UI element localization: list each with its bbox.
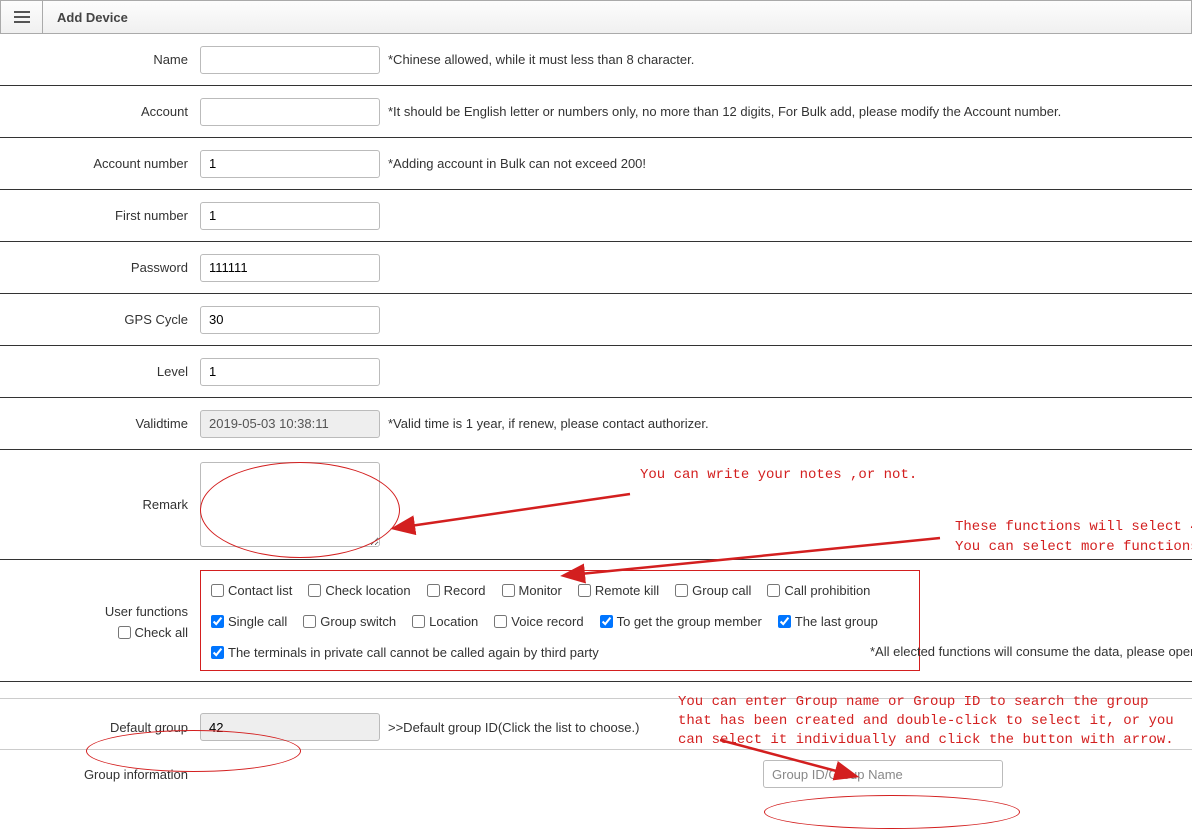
function-checkbox[interactable] bbox=[427, 584, 440, 597]
row-user-functions: User functions Check all These functions… bbox=[0, 560, 1192, 682]
row-account-number: Account number *Adding account in Bulk c… bbox=[0, 138, 1192, 190]
name-hint: *Chinese allowed, while it must less tha… bbox=[388, 52, 694, 67]
label-default-group: Default group bbox=[110, 720, 188, 735]
row-first-number: First number bbox=[0, 190, 1192, 242]
validtime-hint: *Valid time is 1 year, if renew, please … bbox=[388, 416, 709, 431]
function-item[interactable]: The last group bbox=[778, 614, 878, 629]
function-checkbox[interactable] bbox=[778, 615, 791, 628]
row-password: Password bbox=[0, 242, 1192, 294]
page-title: Add Device bbox=[43, 10, 128, 25]
function-checkbox[interactable] bbox=[303, 615, 316, 628]
arrow-icon bbox=[390, 490, 640, 540]
row-validtime: Validtime *Valid time is 1 year, if rene… bbox=[0, 398, 1192, 450]
level-input[interactable] bbox=[200, 358, 380, 386]
validtime-input bbox=[200, 410, 380, 438]
function-item[interactable]: Contact list bbox=[211, 583, 292, 598]
header: Add Device bbox=[0, 0, 1192, 34]
row-level: Level bbox=[0, 346, 1192, 398]
function-checkbox[interactable] bbox=[600, 615, 613, 628]
label-name: Name bbox=[0, 52, 200, 67]
label-gps-cycle: GPS Cycle bbox=[0, 312, 200, 327]
function-label: Single call bbox=[228, 614, 287, 629]
row-remark: Remark You can write your notes ,or not. bbox=[0, 450, 1192, 560]
annotation-ellipse bbox=[764, 795, 1020, 829]
default-group-input[interactable] bbox=[200, 713, 380, 741]
account-number-hint: *Adding account in Bulk can not exceed 2… bbox=[388, 156, 646, 171]
account-input[interactable] bbox=[200, 98, 380, 126]
default-group-hint: >>Default group ID(Click the list to cho… bbox=[388, 720, 639, 735]
function-checkbox[interactable] bbox=[412, 615, 425, 628]
password-input[interactable] bbox=[200, 254, 380, 282]
function-item[interactable]: Group call bbox=[675, 583, 751, 598]
function-item[interactable]: Check location bbox=[308, 583, 410, 598]
label-validtime: Validtime bbox=[0, 416, 200, 431]
function-label: Group switch bbox=[320, 614, 396, 629]
function-checkbox[interactable] bbox=[308, 584, 321, 597]
row-name: Name *Chinese allowed, while it must les… bbox=[0, 34, 1192, 86]
function-checkbox[interactable] bbox=[494, 615, 507, 628]
function-item[interactable]: Monitor bbox=[502, 583, 562, 598]
function-label: The last group bbox=[795, 614, 878, 629]
label-account-number: Account number bbox=[0, 156, 200, 171]
first-number-input[interactable] bbox=[200, 202, 380, 230]
function-label: To get the group member bbox=[617, 614, 762, 629]
function-checkbox[interactable] bbox=[502, 584, 515, 597]
function-item[interactable]: To get the group member bbox=[600, 614, 762, 629]
check-all-checkbox[interactable] bbox=[118, 626, 131, 639]
hamburger-icon bbox=[14, 11, 30, 23]
function-checkbox[interactable] bbox=[578, 584, 591, 597]
row-account: Account *It should be English letter or … bbox=[0, 86, 1192, 138]
group-search-input[interactable] bbox=[763, 760, 1003, 788]
label-group-information: Group information bbox=[0, 767, 200, 782]
label-password: Password bbox=[0, 260, 200, 275]
function-label: Voice record bbox=[511, 614, 583, 629]
label-level: Level bbox=[0, 364, 200, 379]
label-first-number: First number bbox=[0, 208, 200, 223]
label-remark: Remark bbox=[0, 497, 200, 512]
function-label: Record bbox=[444, 583, 486, 598]
check-all-label: Check all bbox=[135, 625, 188, 640]
gps-cycle-input[interactable] bbox=[200, 306, 380, 334]
name-input[interactable] bbox=[200, 46, 380, 74]
function-label: Group call bbox=[692, 583, 751, 598]
function-checkbox[interactable] bbox=[211, 615, 224, 628]
row-group-information: Group information bbox=[0, 750, 1192, 792]
row-gps-cycle: GPS Cycle bbox=[0, 294, 1192, 346]
function-checkbox[interactable] bbox=[211, 646, 224, 659]
function-label: The terminals in private call cannot be … bbox=[228, 645, 599, 660]
function-item[interactable]: Record bbox=[427, 583, 486, 598]
function-label: Remote kill bbox=[595, 583, 659, 598]
function-label: Contact list bbox=[228, 583, 292, 598]
function-item[interactable]: Call prohibition bbox=[767, 583, 870, 598]
label-account: Account bbox=[0, 104, 200, 119]
menu-button[interactable] bbox=[1, 1, 43, 33]
row-default-group: Default group >>Default group ID(Click t… bbox=[0, 705, 1192, 750]
remark-textarea[interactable] bbox=[200, 462, 380, 547]
annotation-remark: You can write your notes ,or not. bbox=[640, 466, 917, 486]
function-checkbox[interactable] bbox=[211, 584, 224, 597]
function-item[interactable]: Remote kill bbox=[578, 583, 659, 598]
function-checkbox[interactable] bbox=[675, 584, 688, 597]
functions-note: *All elected functions will consume the … bbox=[870, 644, 1192, 659]
function-label: Location bbox=[429, 614, 478, 629]
function-item[interactable]: Location bbox=[412, 614, 478, 629]
function-label: Monitor bbox=[519, 583, 562, 598]
function-item[interactable]: Single call bbox=[211, 614, 287, 629]
function-item[interactable]: Voice record bbox=[494, 614, 583, 629]
function-label: Check location bbox=[325, 583, 410, 598]
account-number-input[interactable] bbox=[200, 150, 380, 178]
function-checkbox[interactable] bbox=[767, 584, 780, 597]
function-item[interactable]: The terminals in private call cannot be … bbox=[211, 645, 599, 660]
function-item[interactable]: Group switch bbox=[303, 614, 396, 629]
label-user-functions: User functions bbox=[0, 604, 188, 619]
function-label: Call prohibition bbox=[784, 583, 870, 598]
account-hint: *It should be English letter or numbers … bbox=[388, 104, 1061, 119]
functions-box: Contact list Check location Record Monitor R… bbox=[200, 570, 920, 671]
